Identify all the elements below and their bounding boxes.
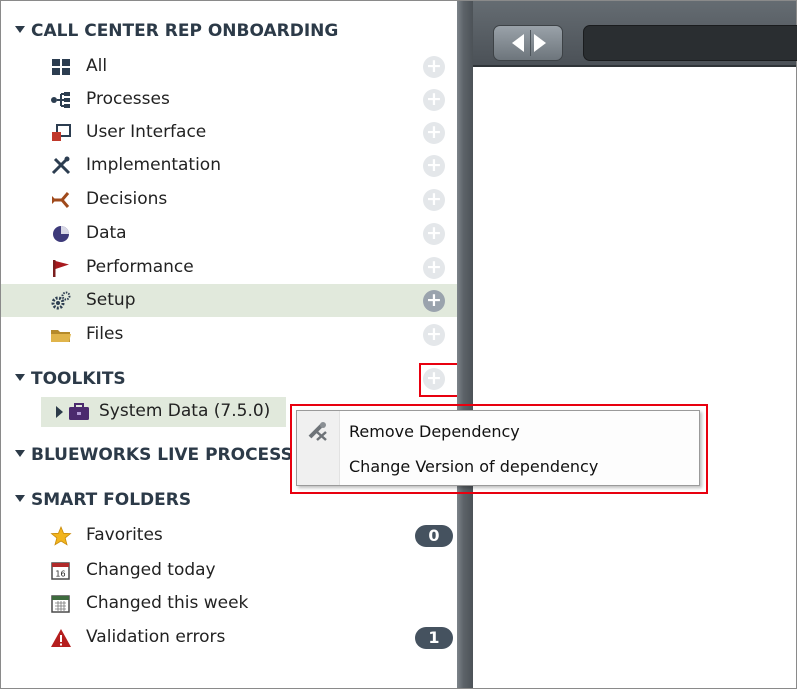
- smart-folder-changed-this-week[interactable]: Changed this week: [1, 587, 457, 620]
- process-icon: [51, 92, 70, 108]
- toolkit-icon: [69, 403, 89, 420]
- add-button[interactable]: +: [423, 257, 445, 279]
- grid-icon: [52, 59, 70, 75]
- sidebar-item-processes[interactable]: Processes +: [1, 83, 457, 116]
- sidebar-item-label: Data: [86, 223, 127, 243]
- library-sidebar: CALL CENTER REP ONBOARDING All + Process…: [1, 1, 459, 688]
- blueworks-title: BLUEWORKS LIVE PROCESS: [31, 445, 293, 465]
- tools-icon: [51, 156, 71, 175]
- count-badge: 1: [415, 627, 453, 649]
- navigation-buttons: [493, 25, 563, 61]
- highlight-box: [419, 363, 459, 397]
- smart-folder-label: Changed this week: [86, 593, 249, 613]
- sidebar-item-user-interface[interactable]: User Interface +: [1, 116, 457, 149]
- forward-arrow-icon[interactable]: [534, 34, 546, 52]
- smart-folders-section-header[interactable]: SMART FOLDERS: [15, 490, 191, 510]
- project-section-header[interactable]: CALL CENTER REP ONBOARDING: [15, 21, 338, 41]
- smart-folder-favorites[interactable]: Favorites 0: [1, 519, 457, 552]
- sidebar-item-label: Processes: [86, 89, 170, 109]
- data-icon: [53, 226, 69, 242]
- warning-icon: [51, 629, 71, 647]
- user-interface-icon: [52, 124, 71, 141]
- add-button[interactable]: +: [423, 223, 445, 245]
- breadcrumb-bar: [583, 25, 797, 61]
- smart-folder-changed-today[interactable]: 16 Changed today: [1, 554, 457, 587]
- collapse-triangle-icon: [15, 449, 25, 457]
- toolkits-section-header[interactable]: TOOLKITS: [15, 369, 126, 389]
- toolkits-title: TOOLKITS: [31, 369, 126, 389]
- smart-folder-label: Validation errors: [86, 627, 226, 647]
- add-button[interactable]: +: [423, 155, 445, 177]
- back-arrow-icon[interactable]: [512, 34, 524, 52]
- add-button[interactable]: +: [423, 290, 445, 312]
- add-button[interactable]: +: [423, 122, 445, 144]
- sidebar-item-label: Decisions: [86, 189, 168, 209]
- sidebar-item-performance[interactable]: Performance +: [1, 251, 457, 284]
- toolkit-item-system-data[interactable]: System Data (7.5.0): [41, 397, 286, 427]
- star-icon: [50, 526, 72, 546]
- add-button[interactable]: +: [423, 56, 445, 78]
- folder-icon: [51, 330, 71, 342]
- collapse-triangle-icon: [15, 373, 25, 381]
- sidebar-item-label: All: [86, 56, 108, 76]
- blueworks-section-header[interactable]: BLUEWORKS LIVE PROCESS: [15, 445, 293, 465]
- editor-canvas[interactable]: [473, 1, 797, 688]
- sidebar-item-label: Files: [86, 324, 124, 344]
- sidebar-item-all[interactable]: All +: [1, 50, 457, 83]
- sidebar-item-data[interactable]: Data +: [1, 217, 457, 250]
- add-button[interactable]: +: [423, 189, 445, 211]
- collapse-triangle-icon: [15, 25, 25, 33]
- count-badge: 0: [415, 525, 453, 547]
- sidebar-item-label: Implementation: [86, 155, 221, 175]
- toolkit-label: System Data (7.5.0): [99, 401, 271, 421]
- sidebar-item-files[interactable]: Files +: [1, 318, 457, 351]
- editor-toolbar: [473, 1, 797, 67]
- calendar-day-text: 16: [55, 570, 65, 579]
- calendar-day-icon: 16: [51, 562, 70, 580]
- sidebar-item-setup[interactable]: Setup +: [1, 284, 457, 317]
- decision-icon: [52, 192, 70, 208]
- sidebar-item-label: Performance: [86, 257, 194, 277]
- smart-folder-label: Favorites: [86, 525, 163, 545]
- nav-separator: [530, 30, 531, 56]
- expand-triangle-icon: [56, 406, 63, 418]
- context-menu-highlight-box: [290, 404, 708, 494]
- sidebar-item-label: Setup: [86, 290, 136, 310]
- smart-folder-label: Changed today: [86, 560, 216, 580]
- panel-divider[interactable]: [457, 1, 473, 688]
- collapse-triangle-icon: [15, 494, 25, 502]
- gears-icon: [51, 291, 71, 310]
- sidebar-item-label: User Interface: [86, 122, 207, 142]
- project-title: CALL CENTER REP ONBOARDING: [31, 21, 339, 41]
- sidebar-item-implementation[interactable]: Implementation +: [1, 149, 457, 182]
- calendar-week-icon: [51, 595, 70, 613]
- add-button[interactable]: +: [423, 89, 445, 111]
- sidebar-item-decisions[interactable]: Decisions +: [1, 183, 457, 216]
- add-button[interactable]: +: [423, 324, 445, 346]
- smart-folders-title: SMART FOLDERS: [31, 490, 192, 510]
- smart-folder-validation-errors[interactable]: Validation errors 1: [1, 621, 457, 654]
- flag-icon: [53, 260, 69, 277]
